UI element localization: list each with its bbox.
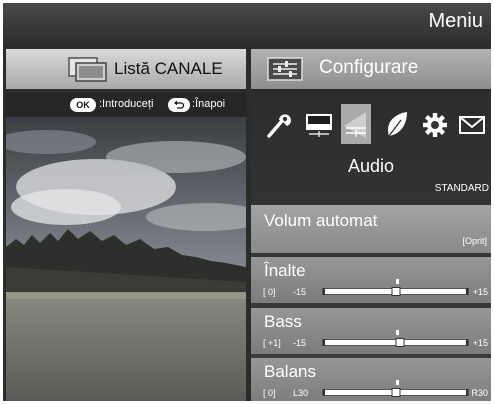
tv-menu-screen: Meniu Listă CANALE Configurare OK :Intro… (3, 3, 491, 401)
balans-min-label: L30 (293, 388, 309, 398)
ok-hint-text: :Introduceți (99, 98, 154, 110)
balans-current-value: [ 0] (263, 388, 276, 398)
bass-label: Bass (264, 312, 302, 331)
selected-category-label: Audio (347, 156, 395, 176)
bass-center-mark (396, 330, 399, 335)
menu-item-balans[interactable]: Balans [ 0] L30 R30 (251, 358, 491, 401)
balans-slider-thumb[interactable] (391, 388, 400, 397)
tab-setup[interactable]: Configurare (251, 49, 491, 89)
setup-icon (267, 57, 303, 81)
inalte-slider-thumb[interactable] (391, 287, 400, 296)
gear-icon[interactable] (421, 108, 449, 140)
back-key-icon (168, 98, 190, 112)
volum-automat-label: Volum automat (264, 211, 378, 230)
bass-max-label: +15 (472, 338, 488, 348)
volum-automat-value: [Oprit] (462, 236, 487, 246)
audio-preset-label: STANDARD (434, 183, 489, 194)
inalte-current-value: [ 0] (263, 287, 276, 297)
inalte-center-mark (396, 279, 399, 284)
menu-item-volum-automat[interactable]: Volum automat [Oprit] (251, 205, 491, 253)
balans-label: Balans (264, 362, 316, 381)
inalte-min-label: -15 (293, 287, 307, 297)
tab-channel-list[interactable]: Listă CANALE (6, 49, 246, 89)
bass-min-label: -15 (293, 338, 307, 348)
menu-item-inalte[interactable]: Înalte [ 0] -15 +15 (251, 257, 491, 303)
channel-list-icon (68, 57, 107, 82)
leaf-icon[interactable] (383, 108, 411, 140)
inalte-max-label: +15 (472, 287, 488, 297)
menu-title: Meniu (428, 10, 483, 32)
menu-item-bass[interactable]: Bass [ +1] -15 +15 (251, 308, 491, 354)
balans-max-label: R30 (471, 388, 488, 398)
back-hint-text: :Înapoi (192, 98, 226, 110)
wrench-icon[interactable] (265, 108, 293, 140)
envelope-icon[interactable] (458, 108, 486, 140)
audio-icon[interactable] (342, 108, 370, 140)
tab-setup-label: Configurare (319, 57, 419, 78)
inalte-label: Înalte (264, 261, 306, 280)
bass-slider-thumb[interactable] (395, 338, 405, 347)
tab-channel-list-label: Listă CANALE (114, 59, 223, 78)
ok-key-icon: OK (70, 98, 96, 112)
tv-preview-image (6, 117, 246, 401)
key-hint-bar: OK :Introduceți :Înapoi (6, 94, 246, 117)
menu-header: Meniu (3, 3, 491, 43)
picture-icon[interactable] (305, 108, 333, 140)
balans-center-mark (396, 380, 399, 385)
bass-current-value: [ +1] (263, 338, 281, 348)
